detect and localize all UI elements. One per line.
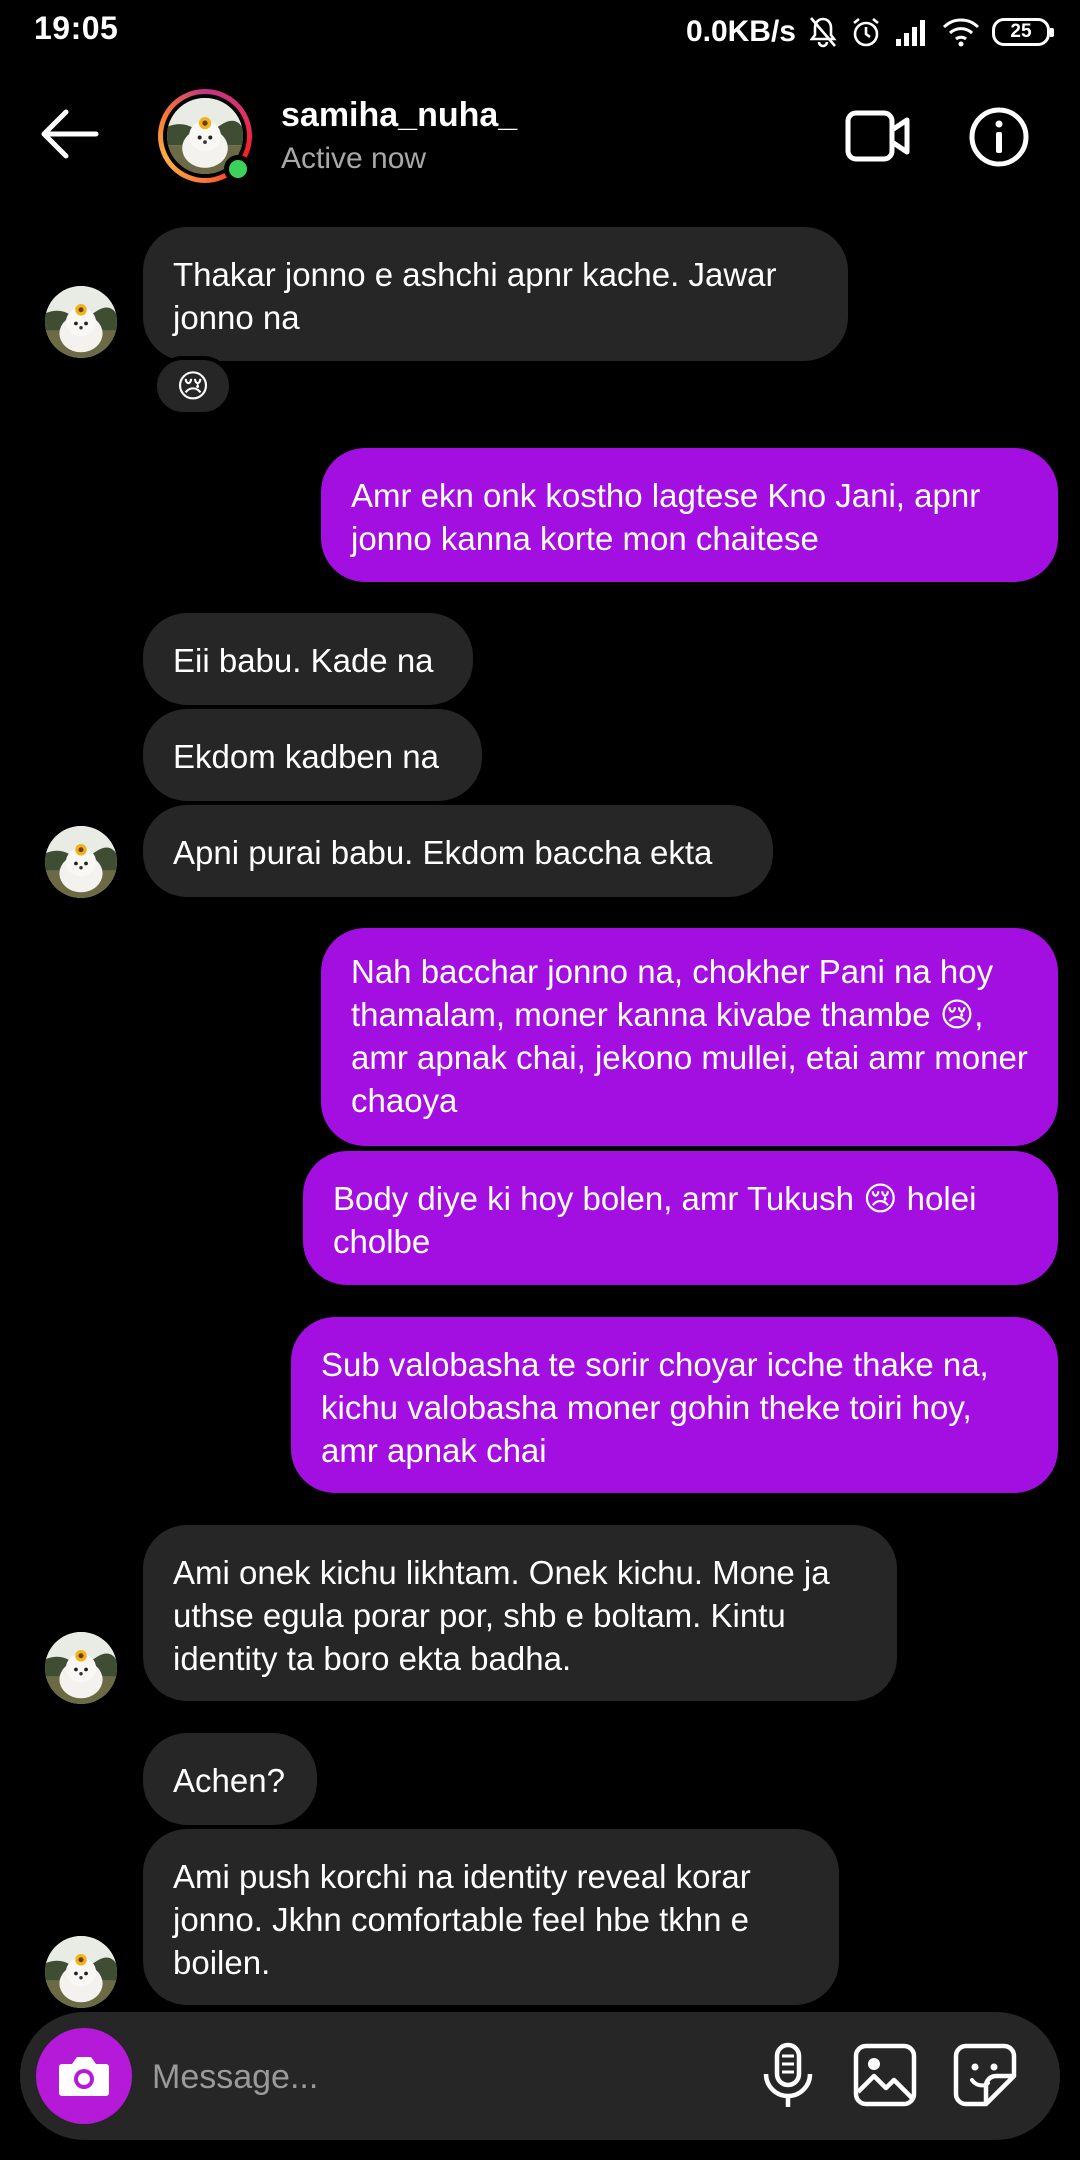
sender-avatar[interactable] bbox=[45, 286, 117, 358]
sender-avatar[interactable] bbox=[45, 826, 117, 898]
status-bar: 19:05 0.0KB/s 25 bbox=[0, 0, 1080, 62]
received-message[interactable]: Ami onek kichu likhtam. Onek kichu. Mone… bbox=[143, 1525, 897, 1701]
status-icons: 0.0KB/s 25 bbox=[685, 12, 1054, 52]
network-speed: 0.0KB/s bbox=[685, 15, 796, 48]
message-composer bbox=[20, 2012, 1060, 2140]
profile-avatar[interactable] bbox=[158, 89, 252, 183]
battery-icon: 25 bbox=[992, 18, 1054, 46]
online-indicator bbox=[224, 155, 252, 183]
alarm-icon bbox=[850, 16, 882, 48]
chat-header: samiha_nuha_ Active now bbox=[0, 62, 1080, 212]
microphone-button[interactable] bbox=[756, 2042, 820, 2110]
gallery-icon bbox=[853, 2043, 917, 2107]
sticker-button[interactable] bbox=[952, 2042, 1018, 2108]
active-status: Active now bbox=[281, 142, 427, 175]
back-arrow-icon bbox=[41, 109, 99, 159]
sticker-icon bbox=[953, 2043, 1017, 2107]
video-call-icon bbox=[845, 110, 910, 162]
sent-message[interactable]: Amr ekn onk kostho lagtese Kno Jani, apn… bbox=[321, 448, 1058, 582]
camera-icon bbox=[59, 2057, 109, 2096]
info-icon bbox=[969, 107, 1029, 167]
message-reaction[interactable]: 😢 bbox=[153, 356, 233, 416]
back-button[interactable] bbox=[38, 108, 100, 160]
received-message[interactable]: Apni purai babu. Ekdom baccha ekta bbox=[143, 805, 773, 897]
info-button[interactable] bbox=[968, 106, 1030, 168]
camera-button[interactable] bbox=[36, 2028, 132, 2124]
sent-message[interactable]: Body diye ki hoy bolen, amr Tukush 😢 hol… bbox=[303, 1151, 1058, 1285]
sender-avatar[interactable] bbox=[45, 1632, 117, 1704]
received-message[interactable]: Ami push korchi na identity reveal korar… bbox=[143, 1829, 839, 2005]
signal-icon bbox=[894, 17, 930, 47]
received-message[interactable]: Eii babu. Kade na bbox=[143, 613, 473, 705]
received-message[interactable]: Achen? bbox=[143, 1733, 317, 1825]
status-time: 19:05 bbox=[34, 10, 119, 46]
gallery-button[interactable] bbox=[852, 2042, 918, 2108]
sent-message[interactable]: Sub valobasha te sorir choyar icche thak… bbox=[291, 1317, 1058, 1493]
sent-message[interactable]: Nah bacchar jonno na, chokher Pani na ho… bbox=[321, 928, 1058, 1146]
battery-level: 25 bbox=[1010, 21, 1032, 42]
wifi-icon bbox=[942, 17, 980, 47]
microphone-icon bbox=[763, 2042, 813, 2107]
received-message[interactable]: Ekdom kadben na bbox=[143, 709, 482, 801]
sender-avatar[interactable] bbox=[45, 1936, 117, 2008]
message-input[interactable] bbox=[150, 2040, 734, 2114]
bell-muted-icon bbox=[808, 16, 838, 48]
video-call-button[interactable] bbox=[845, 108, 911, 164]
received-message[interactable]: Thakar jonno e ashchi apnr kache. Jawar … bbox=[143, 227, 848, 361]
chat-username[interactable]: samiha_nuha_ bbox=[281, 96, 517, 135]
reaction-emoji: 😢 bbox=[176, 368, 210, 404]
